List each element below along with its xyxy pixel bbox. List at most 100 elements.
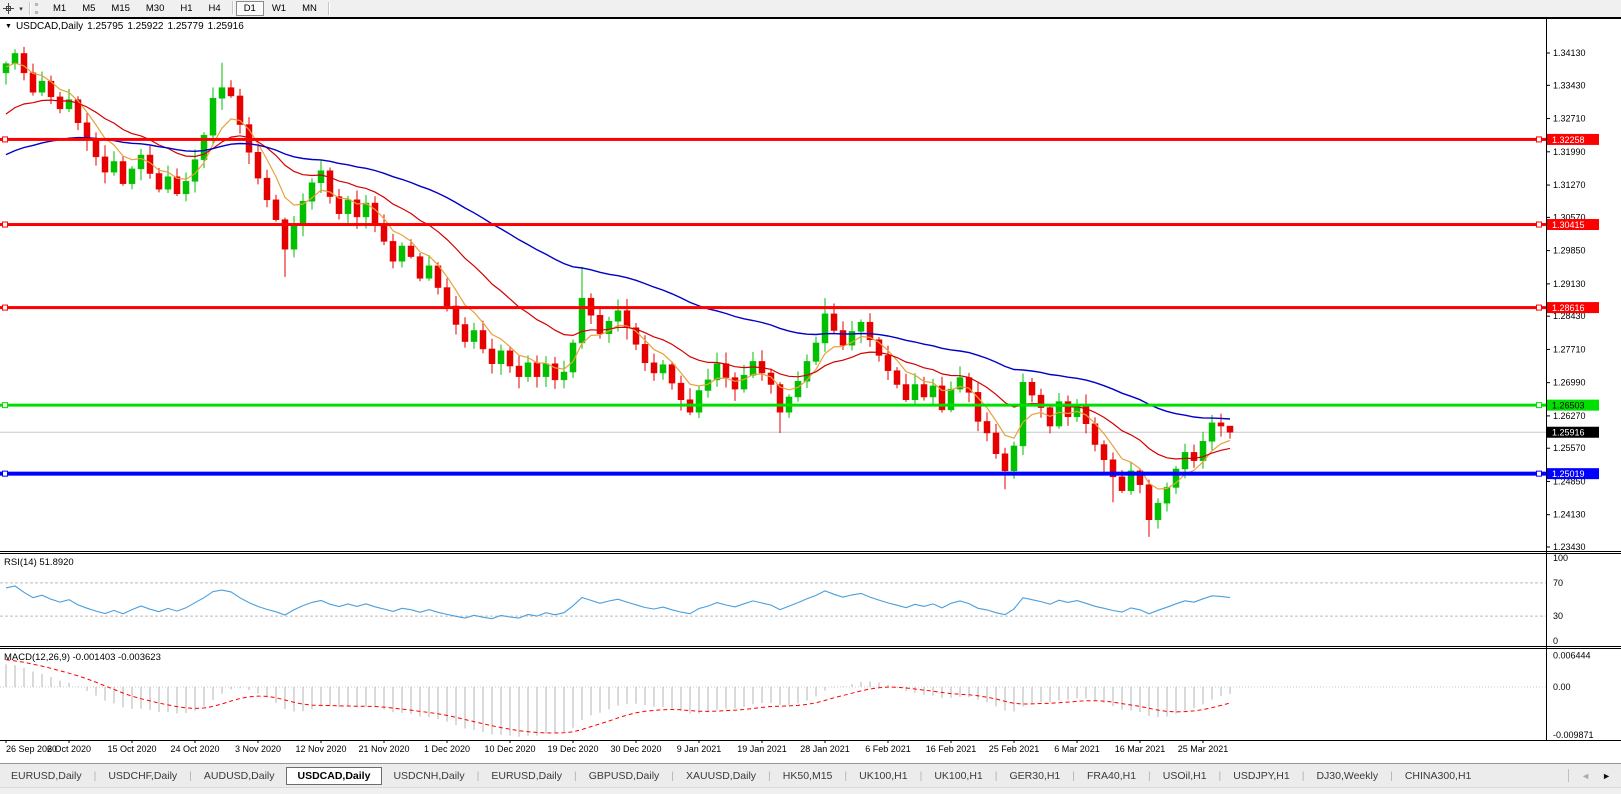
timeframe-button-m15[interactable]: M15: [103, 1, 137, 16]
date-axis-label: 25 Mar 2021: [1178, 744, 1229, 754]
candle-body: [659, 364, 667, 374]
candle-body: [1145, 484, 1153, 521]
candle-body: [695, 390, 703, 413]
chart-tab-usdcnh-daily[interactable]: USDCNH,Daily: [382, 767, 475, 785]
rsi-axis-label: 30: [1553, 611, 1563, 621]
chart-tab-dj30-weekly[interactable]: DJ30,Weekly: [1305, 767, 1389, 785]
chart-tab-usdcad-daily[interactable]: USDCAD,Daily: [285, 766, 383, 785]
level-badge-label: 1.28616: [1552, 303, 1585, 313]
level-anchor-handle[interactable]: [2, 221, 8, 228]
candle-body: [380, 224, 388, 242]
level-badge-label: 1.25019: [1552, 469, 1585, 479]
price-axis-label: 1.26990: [1553, 378, 1586, 388]
chart-tab-ger30-h1[interactable]: GER30,H1: [999, 767, 1072, 785]
level-line-1.32258[interactable]: [0, 137, 1546, 141]
timeframe-button-m1[interactable]: M1: [45, 1, 74, 16]
candle-body: [470, 330, 478, 342]
chart-tab-bar: EURUSD,Daily | USDCHF,Daily | AUDUSD,Daily US…: [0, 763, 1621, 787]
date-axis-label: 9 Jan 2021: [677, 744, 722, 754]
level-anchor-handle[interactable]: [1536, 470, 1542, 477]
chart-tab-audusd-daily[interactable]: AUDUSD,Daily: [193, 767, 286, 785]
date-axis-label: 24 Oct 2020: [170, 744, 219, 754]
level-line-1.25019[interactable]: [0, 471, 1546, 476]
date-axis-label: 6 Feb 2021: [865, 744, 911, 754]
chart-tab-fra40-h1[interactable]: FRA40,H1: [1076, 767, 1147, 785]
current-price-badge-label: 1.25916: [1552, 428, 1585, 438]
ohlc-high: 1.25922: [127, 21, 164, 32]
timeframe-button-d1[interactable]: D1: [235, 1, 264, 16]
chart-tab-china300-h1[interactable]: CHINA300,H1: [1394, 767, 1483, 785]
chart-tab-xauusd-daily[interactable]: XAUUSD,Daily: [675, 767, 767, 785]
chart-tab-eurusd-daily[interactable]: EURUSD,Daily: [480, 767, 573, 785]
tab-separator: [1568, 769, 1570, 782]
candle-body: [947, 388, 955, 411]
chevron-down-icon[interactable]: ▾: [16, 5, 26, 13]
level-badge-label: 1.30415: [1552, 220, 1585, 230]
macd-axis-label: 0.006444: [1553, 651, 1591, 661]
candle-body: [128, 168, 136, 184]
level-line-1.26503[interactable]: [0, 403, 1546, 407]
timeframe-button-w1[interactable]: W1: [264, 1, 294, 16]
candle-body: [749, 361, 757, 376]
candle-body: [515, 365, 523, 377]
date-axis-label: 16 Feb 2021: [926, 744, 977, 754]
chart-tab-uk100-h1[interactable]: UK100,H1: [923, 767, 993, 785]
chart-tab-hk50-m15[interactable]: HK50,M15: [772, 767, 844, 785]
level-anchor-handle[interactable]: [1536, 136, 1542, 143]
rsi-indicator-label: RSI(14) 51.8920: [4, 557, 74, 568]
timeframe-button-mn[interactable]: MN: [294, 1, 325, 16]
candle-body: [1028, 381, 1036, 396]
level-anchor-handle[interactable]: [2, 402, 8, 409]
candle-body: [20, 53, 28, 74]
candle-body: [641, 344, 649, 364]
level-line-1.28616[interactable]: [0, 306, 1546, 310]
price-axis-label: 1.32710: [1553, 114, 1586, 124]
chart-tab-eurusd-daily[interactable]: EURUSD,Daily: [0, 767, 93, 785]
date-axis-label: 12 Nov 2020: [295, 744, 346, 754]
candle-body: [713, 363, 721, 381]
timeframe-button-h1[interactable]: H1: [172, 1, 200, 16]
date-axis-label: 1 Dec 2020: [424, 744, 470, 754]
candle-body: [740, 375, 748, 390]
level-anchor-handle[interactable]: [2, 470, 8, 477]
chart-tab-uk100-h1[interactable]: UK100,H1: [848, 767, 918, 785]
toolbar-grip[interactable]: [35, 3, 41, 14]
crosshair-icon[interactable]: [0, 1, 16, 16]
chart-tab-usdchf-daily[interactable]: USDCHF,Daily: [97, 767, 188, 785]
timeframe-button-m30[interactable]: M30: [138, 1, 172, 16]
candle-body: [812, 342, 820, 362]
level-badge-label: 1.26503: [1552, 401, 1585, 411]
level-anchor-handle[interactable]: [1536, 221, 1542, 228]
level-line-1.30415[interactable]: [0, 223, 1546, 227]
chart-tab-gbpusd-daily[interactable]: GBPUSD,Daily: [578, 767, 671, 785]
timeframe-button-h4[interactable]: H4: [201, 1, 229, 16]
tab-scroll-left-icon[interactable]: ◄: [1581, 771, 1590, 781]
candle-body: [1226, 425, 1234, 433]
candle-body: [209, 97, 217, 136]
candle-body: [2, 63, 10, 74]
price-axis-label: 1.31990: [1553, 147, 1586, 157]
candle-body: [974, 392, 982, 422]
price-chart-canvas[interactable]: 1.341301.334301.327101.319901.312701.305…: [0, 17, 1621, 763]
candle-body: [11, 53, 19, 64]
candle-body: [920, 384, 928, 398]
level-anchor-handle[interactable]: [1536, 304, 1542, 311]
candle-body: [578, 297, 586, 344]
level-anchor-handle[interactable]: [1536, 402, 1542, 409]
chart-tab-usdjpy-h1[interactable]: USDJPY,H1: [1222, 767, 1300, 785]
candle-body: [155, 173, 163, 190]
current-price-line: [0, 431, 1546, 433]
level-anchor-handle[interactable]: [2, 304, 8, 311]
candle-body: [371, 202, 379, 225]
chart-top-border: [0, 17, 1621, 19]
chart-tab-usoil-h1[interactable]: USOil,H1: [1152, 767, 1218, 785]
candle-body: [506, 350, 514, 367]
level-anchor-handle[interactable]: [2, 136, 8, 143]
pane-separator: [0, 551, 1621, 552]
timeframe-button-m5[interactable]: M5: [74, 1, 103, 16]
candle-body: [1163, 487, 1171, 504]
tab-scroll-right-icon[interactable]: ►: [1602, 771, 1611, 781]
collapse-triangle-icon[interactable]: ▼: [5, 23, 12, 30]
candle-body: [1154, 502, 1162, 521]
candle-body: [92, 139, 100, 158]
